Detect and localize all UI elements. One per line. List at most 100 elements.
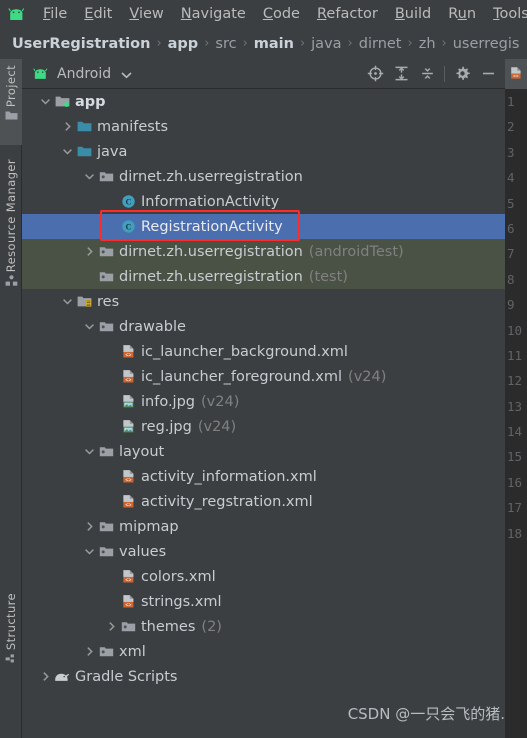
tree-row-label: reg.jpg: [141, 418, 192, 435]
tree-row[interactable]: C InformationActivity: [22, 189, 505, 214]
chevron-down-icon[interactable]: [82, 321, 97, 332]
tree-row[interactable]: <> activity_regstration.xml: [22, 489, 505, 514]
menu-item-tools[interactable]: Tools: [493, 0, 527, 28]
tree-row[interactable]: reg.jpg (v24): [22, 414, 505, 439]
breadcrumb-item-app[interactable]: app: [168, 36, 199, 52]
tree-row[interactable]: values: [22, 539, 505, 564]
breadcrumb-item-java[interactable]: java: [311, 36, 341, 52]
breadcrumb-item-src[interactable]: src: [215, 36, 236, 52]
tree-row-label: mipmap: [119, 518, 179, 535]
menu-item-view[interactable]: View: [129, 0, 163, 28]
tree-row[interactable]: dirnet.zh.userregistration: [22, 164, 505, 189]
tree-row-label: Gradle Scripts: [75, 668, 178, 685]
xml-file-icon: <>: [119, 469, 137, 484]
breadcrumb-item-dirnet[interactable]: dirnet: [359, 36, 402, 52]
menu-item-file[interactable]: File: [43, 0, 67, 28]
line-number: 3: [507, 144, 515, 160]
breadcrumb-item-zh[interactable]: zh: [419, 36, 436, 52]
tree-row[interactable]: manifests: [22, 114, 505, 139]
tree-row[interactable]: drawable: [22, 314, 505, 339]
tree-row[interactable]: res: [22, 289, 505, 314]
chevron-down-icon[interactable]: [82, 446, 97, 457]
chevron-down-icon[interactable]: [121, 64, 132, 83]
menu-item-edit[interactable]: Edit: [84, 0, 112, 28]
line-number: 7: [507, 246, 515, 262]
menu-item-build[interactable]: Build: [395, 0, 431, 28]
chevron-down-icon[interactable]: [82, 171, 97, 182]
tree-row[interactable]: layout: [22, 439, 505, 464]
project-panel-header: Android: [22, 59, 505, 89]
tool-button-project[interactable]: Project: [0, 59, 22, 145]
svg-text:<>: <>: [125, 502, 131, 508]
tool-button-structure-label: Structure: [4, 593, 18, 651]
breadcrumb-separator: ›: [204, 36, 210, 51]
tree-row-label: dirnet.zh.userregistration: [119, 243, 303, 260]
line-number: 11: [507, 347, 523, 363]
chevron-right-icon[interactable]: [82, 246, 97, 257]
tree-row[interactable]: Gradle Scripts: [22, 664, 505, 689]
collapse-all-icon[interactable]: [414, 61, 440, 87]
chevron-right-icon[interactable]: [60, 121, 75, 132]
folder-blue-icon: [75, 120, 93, 133]
breadcrumb-item-userregistration[interactable]: UserRegistration: [12, 36, 150, 52]
package-icon: [97, 320, 115, 333]
tool-button-resource-manager[interactable]: Resource Manager: [0, 153, 22, 305]
hide-panel-icon[interactable]: [475, 61, 501, 87]
expand-all-icon[interactable]: [388, 61, 414, 87]
tree-row-label: activity_regstration.xml: [141, 493, 313, 510]
breadcrumb-separator: ›: [156, 36, 162, 51]
breadcrumb-separator: ›: [299, 36, 306, 51]
package-icon: [97, 245, 115, 258]
breadcrumb-item-main[interactable]: main: [254, 36, 294, 52]
breadcrumb-separator: ›: [407, 36, 413, 51]
line-number: 12: [507, 373, 523, 389]
svg-text:<>: <>: [125, 477, 131, 483]
folder-blue-icon: [75, 145, 93, 158]
tree-row-label: activity_information.xml: [141, 468, 317, 485]
breadcrumb-item-userregis[interactable]: userregis: [453, 36, 520, 52]
tool-button-structure[interactable]: Structure: [0, 587, 22, 705]
tree-row[interactable]: <> ic_launcher_background.xml: [22, 339, 505, 364]
tree-row[interactable]: dirnet.zh.userregistration (test): [22, 264, 505, 289]
tree-row[interactable]: C RegistrationActivity: [22, 214, 505, 239]
project-tree-rows: app manifests java dirnet.zh.userregistrati…: [22, 89, 505, 689]
menu-item-run[interactable]: Run: [448, 0, 476, 28]
chevron-down-icon[interactable]: [60, 296, 75, 307]
select-opened-file-icon[interactable]: [362, 61, 388, 87]
menu-item-navigate[interactable]: Navigate: [181, 0, 246, 28]
chevron-right-icon[interactable]: [82, 646, 97, 657]
xml-file-icon: <>: [119, 344, 137, 359]
tree-row[interactable]: <> colors.xml: [22, 564, 505, 589]
left-tool-strip: Project Resource Manager Structure: [0, 59, 22, 738]
tree-row[interactable]: <> activity_information.xml: [22, 464, 505, 489]
chevron-down-icon[interactable]: [82, 546, 97, 557]
tree-row[interactable]: <> strings.xml: [22, 589, 505, 614]
settings-gear-icon[interactable]: [449, 61, 475, 87]
breadcrumb-separator: ›: [347, 36, 353, 51]
project-tree[interactable]: app manifests java dirnet.zh.userregistrati…: [22, 89, 505, 738]
chevron-right-icon[interactable]: [82, 521, 97, 532]
tree-row[interactable]: app: [22, 89, 505, 114]
line-number: 4: [507, 170, 515, 186]
menu-item-refactor[interactable]: Refactor: [317, 0, 378, 28]
chevron-right-icon[interactable]: [38, 671, 53, 682]
package-icon: [97, 545, 115, 558]
tree-row[interactable]: xml: [22, 639, 505, 664]
chevron-right-icon[interactable]: [104, 621, 119, 632]
tree-row-label: colors.xml: [141, 568, 216, 585]
tree-row[interactable]: mipmap: [22, 514, 505, 539]
line-number: 15: [507, 449, 523, 465]
chevron-down-icon[interactable]: [38, 96, 53, 107]
tree-row[interactable]: java: [22, 139, 505, 164]
chevron-down-icon[interactable]: [60, 146, 75, 157]
editor-tab[interactable]: <>: [505, 59, 527, 89]
svg-text:C: C: [125, 223, 131, 232]
tree-row[interactable]: <> ic_launcher_foreground.xml (v24): [22, 364, 505, 389]
menu-item-code[interactable]: Code: [263, 0, 300, 28]
tree-row[interactable]: themes (2): [22, 614, 505, 639]
tree-row[interactable]: dirnet.zh.userregistration (androidTest): [22, 239, 505, 264]
tree-row[interactable]: info.jpg (v24): [22, 389, 505, 414]
module-folder-icon: [53, 95, 71, 108]
line-number: 5: [507, 195, 515, 211]
package-icon: [97, 520, 115, 533]
